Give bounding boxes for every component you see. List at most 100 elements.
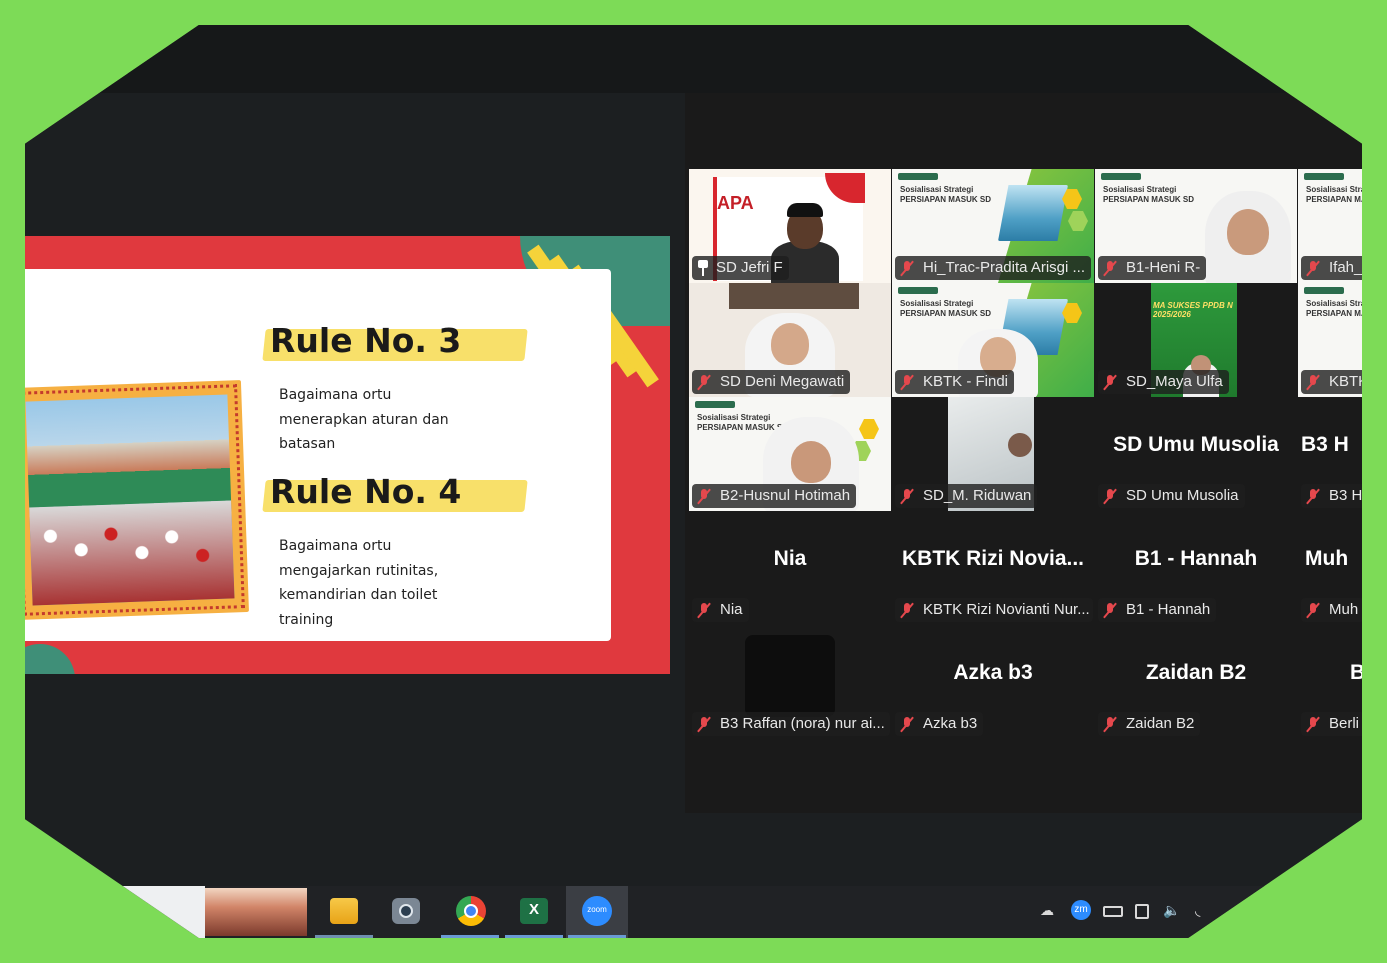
school-photo — [25, 394, 235, 606]
slide-teal-circle — [25, 644, 75, 674]
participant-gallery: APA SD Jefri F Sosialisasi Strategi PERSI… — [685, 93, 1362, 813]
participant-label: SD Deni Megawati — [692, 370, 851, 394]
participant-label: B1 - Hannah — [1098, 598, 1217, 622]
camera-icon[interactable] — [375, 886, 437, 938]
mic-muted-icon — [1305, 374, 1322, 391]
rule-3-description: Bagaimana ortu menerapkan aturan dan bat… — [279, 387, 449, 452]
participant-label: B3 H — [1301, 484, 1362, 508]
participant-label: KBTK — [1301, 370, 1362, 394]
participant-tile[interactable]: B Berli — [1298, 625, 1362, 739]
rule-4-title: Rule No. 4 — [270, 472, 462, 511]
chrome-icon[interactable] — [439, 886, 501, 938]
participant-tile[interactable]: Sosialisasi Strategi PERSIAPAN MASUK SD H… — [892, 169, 1094, 283]
participant-label: KBTK - Findi — [895, 370, 1015, 394]
participant-name-display: B1 - Hannah — [1134, 547, 1258, 570]
slide-card: Rule No. 3 Bagaimana ortu menerapkan atu… — [25, 269, 611, 641]
mic-muted-icon — [1102, 716, 1119, 733]
participant-tile[interactable]: SD_M. Riduwan — [892, 397, 1094, 511]
mic-muted-icon — [696, 488, 713, 505]
participant-label: B2-Husnul Hotimah — [692, 484, 857, 508]
battery-icon[interactable] — [1103, 906, 1123, 917]
mic-muted-icon — [1102, 260, 1119, 277]
participant-tile[interactable]: SD Umu Musolia SD Umu Musolia — [1095, 397, 1297, 511]
mic-muted-icon — [1102, 602, 1119, 619]
mic-muted-icon — [899, 602, 916, 619]
rule-3-heading: Rule No. 3 — [262, 321, 600, 369]
shared-slide-text: MA SUKSES PPDB N 2025/2026 — [1153, 301, 1233, 319]
participant-tile[interactable]: KBTK Rizi Novia... KBTK Rizi Novianti Nu… — [892, 511, 1094, 625]
participant-name-display: SD Umu Musolia — [1113, 433, 1279, 456]
video-off-placeholder — [745, 635, 835, 717]
participant-name-display: KBTK Rizi Novia... — [901, 547, 1085, 570]
taskbar-search-area[interactable] — [25, 886, 205, 938]
mic-muted-icon — [1305, 602, 1322, 619]
participant-label: Zaidan B2 — [1098, 712, 1201, 736]
participant-tile[interactable]: Sosialisasi StrategiPERSIAPAN MASUK SD K… — [892, 283, 1094, 397]
participant-tile[interactable]: B1 - Hannah B1 - Hannah — [1095, 511, 1297, 625]
pin-icon — [696, 260, 710, 276]
participant-tile[interactable]: APA SD Jefri F — [689, 169, 891, 283]
mic-muted-icon — [1102, 374, 1119, 391]
participant-tile[interactable]: Sosialisasi Strategi PERSIAPAN MASUK SD B… — [689, 397, 891, 511]
participant-label: Muh — [1301, 598, 1362, 622]
participant-label: Azka b3 — [895, 712, 984, 736]
participant-label: SD Jefri F — [692, 256, 789, 280]
participant-label: Ifah_ — [1301, 256, 1362, 280]
mic-muted-icon — [1305, 260, 1322, 277]
excel-icon[interactable]: X — [503, 886, 565, 938]
participant-label: Berli — [1301, 712, 1362, 736]
participant-tile[interactable]: B3 Raffan (nora) nur ai... — [689, 625, 891, 739]
participant-name-display: B — [1350, 661, 1362, 684]
mic-muted-icon — [1305, 716, 1322, 733]
participant-label: SD Umu Musolia — [1098, 484, 1245, 508]
mic-muted-icon — [696, 374, 713, 391]
participant-label: SD_M. Riduwan — [895, 484, 1038, 508]
wifi-icon[interactable]: ◟ — [1195, 902, 1200, 922]
participant-tile[interactable]: Azka b3 Azka b3 — [892, 625, 1094, 739]
participant-name-display: B3 H — [1301, 433, 1349, 456]
participant-label: SD_Maya Ulfa — [1098, 370, 1229, 394]
volume-icon[interactable]: 🔈 — [1163, 902, 1180, 922]
shared-screen[interactable]: Rule No. 3 Bagaimana ortu menerapkan atu… — [25, 93, 670, 813]
device-icon[interactable] — [1135, 904, 1149, 919]
participant-name-display: Zaidan B2 — [1145, 661, 1247, 684]
participant-label: B1-Heni R- — [1098, 256, 1207, 280]
mic-muted-icon — [1305, 488, 1322, 505]
mic-muted-icon — [1102, 488, 1119, 505]
mic-muted-icon — [696, 602, 713, 619]
mic-muted-icon — [899, 374, 916, 391]
participant-tile[interactable]: SD Deni Megawati — [689, 283, 891, 397]
participant-tile[interactable]: Sosialisasi StrategiPERSIAPAN MASUK SD K… — [1298, 283, 1362, 397]
participant-label: B3 Raffan (nora) nur ai... — [692, 712, 890, 736]
mic-muted-icon — [899, 716, 916, 733]
file-explorer-icon[interactable] — [313, 886, 375, 938]
participant-label: Nia — [692, 598, 749, 622]
presentation-slide: Rule No. 3 Bagaimana ortu menerapkan atu… — [25, 236, 670, 674]
mic-muted-icon — [899, 260, 916, 277]
zoom-window: Rule No. 3 Bagaimana ortu menerapkan atu… — [25, 25, 1362, 938]
cloud-icon[interactable]: ☁ — [1040, 902, 1054, 922]
participant-tile[interactable]: Zaidan B2 Zaidan B2 — [1095, 625, 1297, 739]
meeting-top-bar — [25, 25, 1362, 93]
rule-4-description: Bagaimana ortu mengajarkan rutinitas, ke… — [279, 538, 439, 628]
windows-taskbar: X zoom ☁ zm 🔈 ◟ — [25, 886, 1362, 938]
participant-tile[interactable]: B3 H B3 H — [1298, 397, 1362, 511]
participant-label: KBTK Rizi Novianti Nur... — [895, 598, 1093, 622]
participant-tile[interactable]: Sosialisasi Strategi PERSIAPAN MASUK SD B… — [1095, 169, 1297, 283]
participant-name-display: Azka b3 — [953, 661, 1033, 684]
zoom-icon[interactable]: zoom — [566, 886, 628, 938]
participant-label: Hi_Trac-Pradita Arisgi ... — [895, 256, 1091, 280]
mic-muted-icon — [899, 488, 916, 505]
participant-tile[interactable]: Sosialisasi StrategiPERSIAPAN MASUK SD I… — [1298, 169, 1362, 283]
zoom-tray-icon[interactable]: zm — [1071, 900, 1091, 920]
rule-4-heading: Rule No. 4 — [262, 472, 600, 520]
rule-3-title: Rule No. 3 — [270, 321, 462, 360]
participant-tile[interactable]: Nia Nia — [689, 511, 891, 625]
participant-tile[interactable]: MA SUKSES PPDB N 2025/2026 SD_Maya Ulfa — [1095, 283, 1297, 397]
participant-name-display: Muh — [1305, 547, 1349, 570]
mic-muted-icon — [696, 716, 713, 733]
participant-name-display: Nia — [773, 547, 807, 570]
participant-tile[interactable]: Muh Muh — [1298, 511, 1362, 625]
school-photo-frame — [25, 380, 249, 620]
taskbar-widget-image[interactable] — [205, 888, 307, 936]
